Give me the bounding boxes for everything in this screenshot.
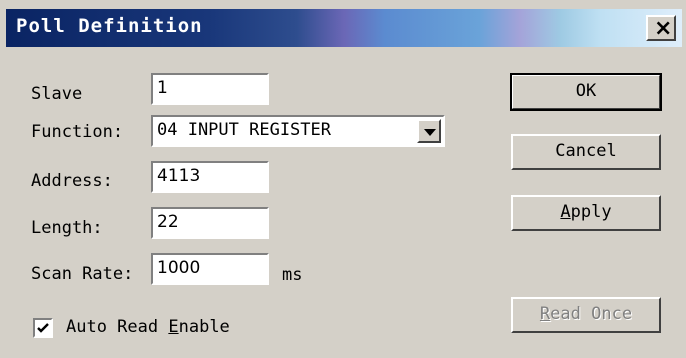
read-once-button[interactable]: Read Once	[511, 297, 661, 333]
scan-rate-input[interactable]: 1000	[151, 253, 269, 285]
function-label: Function:	[31, 122, 124, 142]
slave-label: Slave	[31, 84, 83, 104]
ok-button[interactable]: OK	[510, 73, 662, 111]
close-button[interactable]: ×	[646, 15, 676, 41]
length-input[interactable]: 22	[151, 207, 269, 239]
title-bar[interactable]: Poll Definition ×	[6, 9, 682, 47]
poll-definition-dialog: Poll Definition × Slave 1 Function: 04 I…	[0, 0, 686, 358]
address-label: Address:	[31, 171, 113, 191]
function-select-value: 04 INPUT REGISTER	[157, 120, 331, 140]
scan-rate-label: Scan Rate:	[31, 264, 134, 284]
length-label: Length:	[31, 218, 103, 238]
auto-read-checkbox[interactable]	[33, 318, 53, 338]
function-select[interactable]: 04 INPUT REGISTER	[151, 115, 445, 147]
cancel-button[interactable]: Cancel	[511, 134, 661, 170]
address-input[interactable]: 4113	[151, 161, 269, 193]
slave-input[interactable]: 1	[151, 73, 269, 105]
apply-button[interactable]: Apply	[511, 195, 661, 231]
window-title: Poll Definition	[16, 15, 203, 37]
auto-read-label[interactable]: Auto Read Enable	[66, 317, 230, 337]
scan-rate-unit: ms	[282, 265, 303, 285]
chevron-down-icon[interactable]	[417, 119, 441, 143]
checkmark-icon	[37, 323, 49, 333]
close-icon: ×	[654, 16, 673, 41]
